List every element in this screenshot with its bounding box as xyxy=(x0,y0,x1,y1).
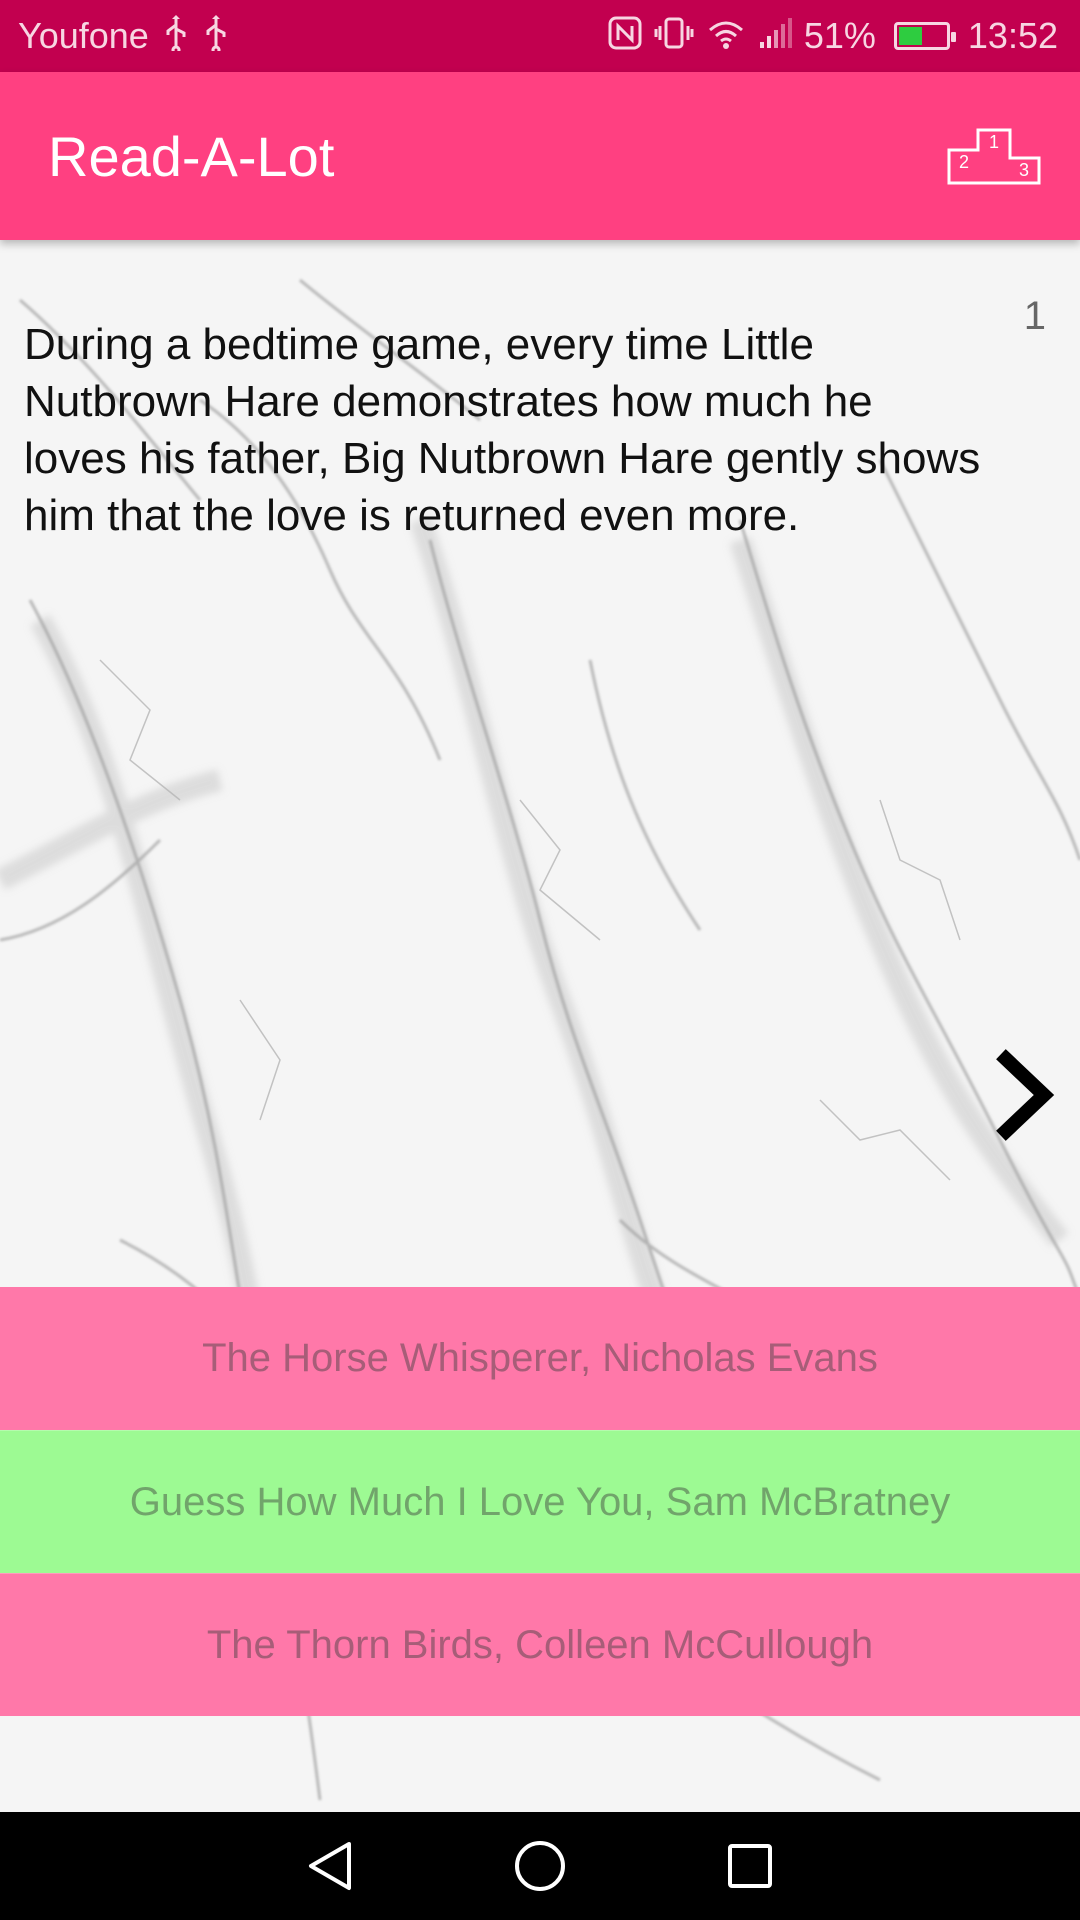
podium-first: 1 xyxy=(989,132,999,152)
battery-fill xyxy=(898,27,922,45)
status-bar: Youfone 51% 13:52 xyxy=(0,0,1080,72)
chevron-right-icon xyxy=(996,1049,1055,1141)
quiz-content: 1 During a bedtime game, every time Litt… xyxy=(0,240,1080,1812)
usb-icon xyxy=(163,15,189,57)
recents-icon xyxy=(728,1844,772,1888)
app-bar: Read-A-Lot 2 1 3 xyxy=(0,72,1080,240)
home-button[interactable] xyxy=(510,1836,570,1896)
signal-icon xyxy=(758,18,792,54)
back-icon xyxy=(309,1842,351,1890)
back-button[interactable] xyxy=(300,1836,360,1896)
battery-icon xyxy=(893,22,956,50)
carrier-label: Youfone xyxy=(18,15,149,56)
usb-icon xyxy=(203,15,229,57)
screen: Youfone 51% 13:52 Read-A-Lot 2 1 3 1 Dur… xyxy=(0,0,1080,1920)
answer-option-label: The Thorn Birds, Colleen McCullough xyxy=(206,1622,874,1667)
clock: 13:52 xyxy=(967,15,1058,56)
vibrate-icon xyxy=(654,16,694,56)
recents-button[interactable] xyxy=(720,1836,780,1896)
answer-option-label: The Horse Whisperer, Nicholas Evans xyxy=(202,1336,878,1380)
answer-option-1[interactable]: The Horse Whisperer, Nicholas Evans xyxy=(0,1287,1080,1430)
book-description: During a bedtime game, every time Little… xyxy=(24,320,981,540)
answer-option-3[interactable]: The Thorn Birds, Colleen McCullough xyxy=(0,1573,1080,1716)
app-title: Read-A-Lot xyxy=(48,124,335,188)
question-number: 1 xyxy=(1023,294,1046,338)
battery-percent: 51% xyxy=(803,15,876,56)
answer-option-2[interactable]: Guess How Much I Love You, Sam McBratney xyxy=(0,1430,1080,1573)
podium-second: 2 xyxy=(959,152,969,172)
answer-option-label: Guess How Much I Love You, Sam McBratney xyxy=(129,1479,951,1524)
nfc-icon xyxy=(608,16,642,56)
navigation-bar xyxy=(0,1812,1080,1920)
podium-third: 3 xyxy=(1019,160,1029,180)
answer-options: The Horse Whisperer, Nicholas Evans Gues… xyxy=(0,1287,1080,1716)
leaderboard-button[interactable]: 2 1 3 xyxy=(944,124,1044,188)
next-button[interactable] xyxy=(992,1045,1062,1145)
home-icon xyxy=(515,1841,565,1891)
wifi-icon xyxy=(706,16,746,56)
podium-icon: 2 1 3 xyxy=(947,128,1041,185)
